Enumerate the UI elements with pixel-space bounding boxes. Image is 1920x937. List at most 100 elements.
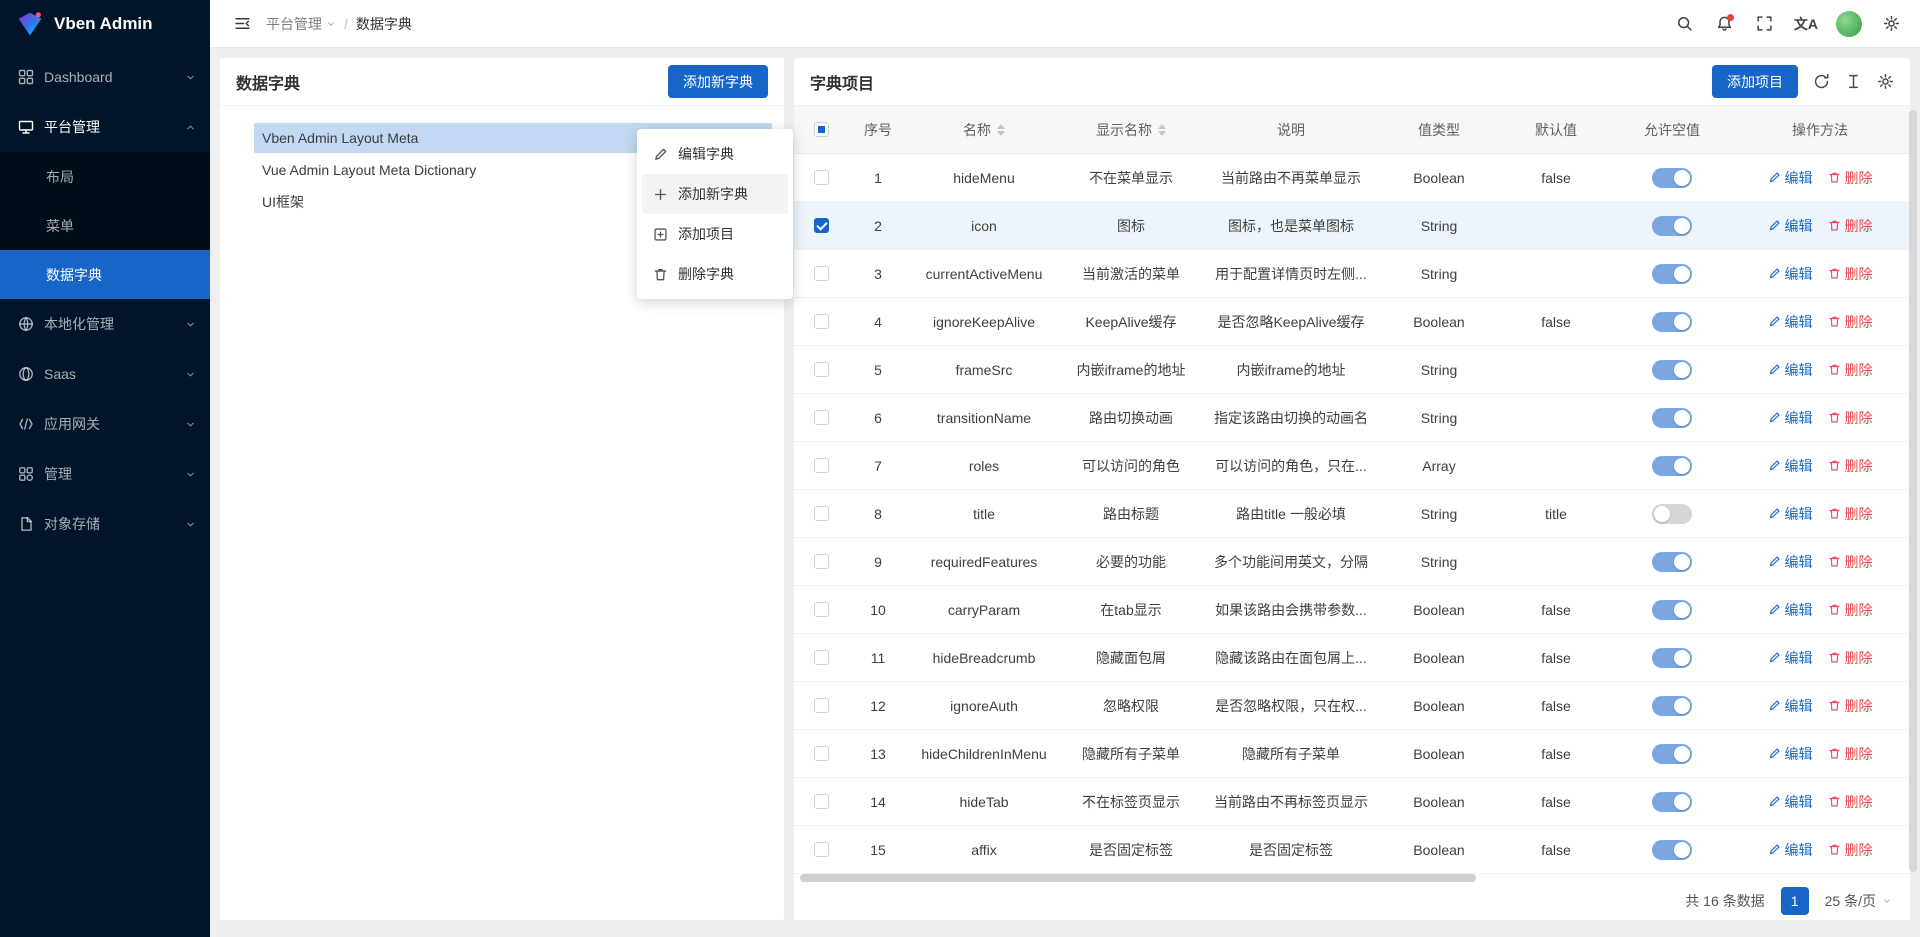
sidebar-item[interactable]: 对象存储 (0, 499, 210, 549)
edit-link[interactable]: 编辑 (1768, 360, 1813, 380)
edit-link[interactable]: 编辑 (1768, 456, 1813, 476)
allow-null-toggle[interactable] (1652, 312, 1692, 332)
sidebar-item[interactable]: 本地化管理 (0, 299, 210, 349)
row-checkbox[interactable] (814, 170, 829, 185)
context-menu-item[interactable]: 添加项目 (642, 214, 788, 254)
delete-link[interactable]: 删除 (1828, 840, 1873, 860)
edit-link[interactable]: 编辑 (1768, 744, 1813, 764)
row-checkbox[interactable] (814, 506, 829, 521)
row-checkbox[interactable] (814, 746, 829, 761)
column-header[interactable]: 操作方法 (1730, 106, 1910, 153)
allow-null-toggle[interactable] (1652, 360, 1692, 380)
delete-link[interactable]: 删除 (1828, 744, 1873, 764)
search-button[interactable] (1668, 7, 1702, 41)
edit-link[interactable]: 编辑 (1768, 408, 1813, 428)
allow-null-toggle[interactable] (1652, 408, 1692, 428)
row-height-button[interactable] (1845, 73, 1862, 90)
context-menu-item[interactable]: 添加新字典 (642, 174, 788, 214)
settings-button[interactable] (1874, 7, 1908, 41)
delete-link[interactable]: 删除 (1828, 504, 1873, 524)
delete-link[interactable]: 删除 (1828, 264, 1873, 284)
edit-link[interactable]: 编辑 (1768, 216, 1813, 236)
fullscreen-button[interactable] (1748, 7, 1782, 41)
column-header[interactable]: 说明 (1202, 106, 1380, 153)
column-header[interactable]: 名称 (908, 106, 1060, 153)
context-menu-item[interactable]: 删除字典 (642, 254, 788, 294)
delete-link[interactable]: 删除 (1828, 552, 1873, 572)
row-checkbox[interactable] (814, 554, 829, 569)
sidebar-subitem[interactable]: 布局 (0, 152, 210, 201)
allow-null-toggle[interactable] (1652, 600, 1692, 620)
edit-link[interactable]: 编辑 (1768, 312, 1813, 332)
delete-link[interactable]: 删除 (1828, 312, 1873, 332)
column-header[interactable]: 默认值 (1498, 106, 1614, 153)
delete-link[interactable]: 删除 (1828, 168, 1873, 188)
column-header[interactable]: 值类型 (1380, 106, 1498, 153)
allow-null-toggle[interactable] (1652, 648, 1692, 668)
allow-null-toggle[interactable] (1652, 696, 1692, 716)
row-checkbox[interactable] (814, 698, 829, 713)
column-header[interactable]: 显示名称 (1060, 106, 1202, 153)
sidebar-collapse-button[interactable] (226, 8, 258, 40)
horizontal-scrollbar-thumb[interactable] (800, 874, 1476, 882)
row-checkbox[interactable] (814, 362, 829, 377)
delete-link[interactable]: 删除 (1828, 216, 1873, 236)
allow-null-toggle[interactable] (1652, 168, 1692, 188)
row-checkbox[interactable] (814, 266, 829, 281)
logo[interactable]: Vben Admin (0, 0, 210, 48)
sidebar-item[interactable]: 管理 (0, 449, 210, 499)
row-checkbox[interactable] (814, 602, 829, 617)
row-checkbox[interactable] (814, 794, 829, 809)
add-item-button[interactable]: 添加项目 (1712, 65, 1798, 98)
edit-link[interactable]: 编辑 (1768, 792, 1813, 812)
column-header[interactable]: 允许空值 (1614, 106, 1730, 153)
row-checkbox[interactable] (814, 218, 829, 233)
refresh-button[interactable] (1813, 73, 1830, 90)
allow-null-toggle[interactable] (1652, 552, 1692, 572)
delete-link[interactable]: 删除 (1828, 408, 1873, 428)
allow-null-toggle[interactable] (1652, 744, 1692, 764)
allow-null-toggle[interactable] (1652, 840, 1692, 860)
allow-null-toggle[interactable] (1652, 792, 1692, 812)
edit-link[interactable]: 编辑 (1768, 168, 1813, 188)
edit-link[interactable]: 编辑 (1768, 696, 1813, 716)
column-header[interactable] (794, 106, 848, 153)
language-button[interactable]: 文A (1788, 14, 1824, 34)
breadcrumb-root[interactable]: 平台管理 (266, 14, 336, 34)
allow-null-toggle[interactable] (1652, 504, 1692, 524)
edit-link[interactable]: 编辑 (1768, 264, 1813, 284)
avatar[interactable] (1836, 11, 1862, 37)
sidebar-item[interactable]: 平台管理 (0, 102, 210, 152)
edit-link[interactable]: 编辑 (1768, 840, 1813, 860)
row-checkbox[interactable] (814, 842, 829, 857)
row-checkbox[interactable] (814, 410, 829, 425)
page-size-select[interactable]: 25 条/页 (1825, 891, 1892, 911)
allow-null-toggle[interactable] (1652, 216, 1692, 236)
delete-link[interactable]: 删除 (1828, 600, 1873, 620)
delete-link[interactable]: 删除 (1828, 792, 1873, 812)
sidebar-item[interactable]: Saas (0, 349, 210, 399)
select-all-checkbox[interactable] (814, 122, 829, 137)
delete-link[interactable]: 删除 (1828, 360, 1873, 380)
sort-icon[interactable] (997, 124, 1005, 136)
allow-null-toggle[interactable] (1652, 456, 1692, 476)
row-checkbox[interactable] (814, 650, 829, 665)
row-checkbox[interactable] (814, 458, 829, 473)
delete-link[interactable]: 删除 (1828, 456, 1873, 476)
notification-button[interactable] (1708, 7, 1742, 41)
edit-link[interactable]: 编辑 (1768, 648, 1813, 668)
sidebar-item[interactable]: 应用网关 (0, 399, 210, 449)
vertical-scrollbar[interactable] (1909, 110, 1917, 872)
horizontal-scrollbar[interactable] (798, 874, 1906, 882)
edit-link[interactable]: 编辑 (1768, 600, 1813, 620)
sidebar-subitem[interactable]: 数据字典 (0, 250, 210, 299)
row-checkbox[interactable] (814, 314, 829, 329)
allow-null-toggle[interactable] (1652, 264, 1692, 284)
add-dictionary-button[interactable]: 添加新字典 (668, 65, 768, 98)
table-settings-button[interactable] (1877, 73, 1894, 90)
edit-link[interactable]: 编辑 (1768, 552, 1813, 572)
pagination-page-1[interactable]: 1 (1781, 887, 1809, 915)
sort-icon[interactable] (1158, 124, 1166, 136)
context-menu-item[interactable]: 编辑字典 (642, 134, 788, 174)
sidebar-subitem[interactable]: 菜单 (0, 201, 210, 250)
